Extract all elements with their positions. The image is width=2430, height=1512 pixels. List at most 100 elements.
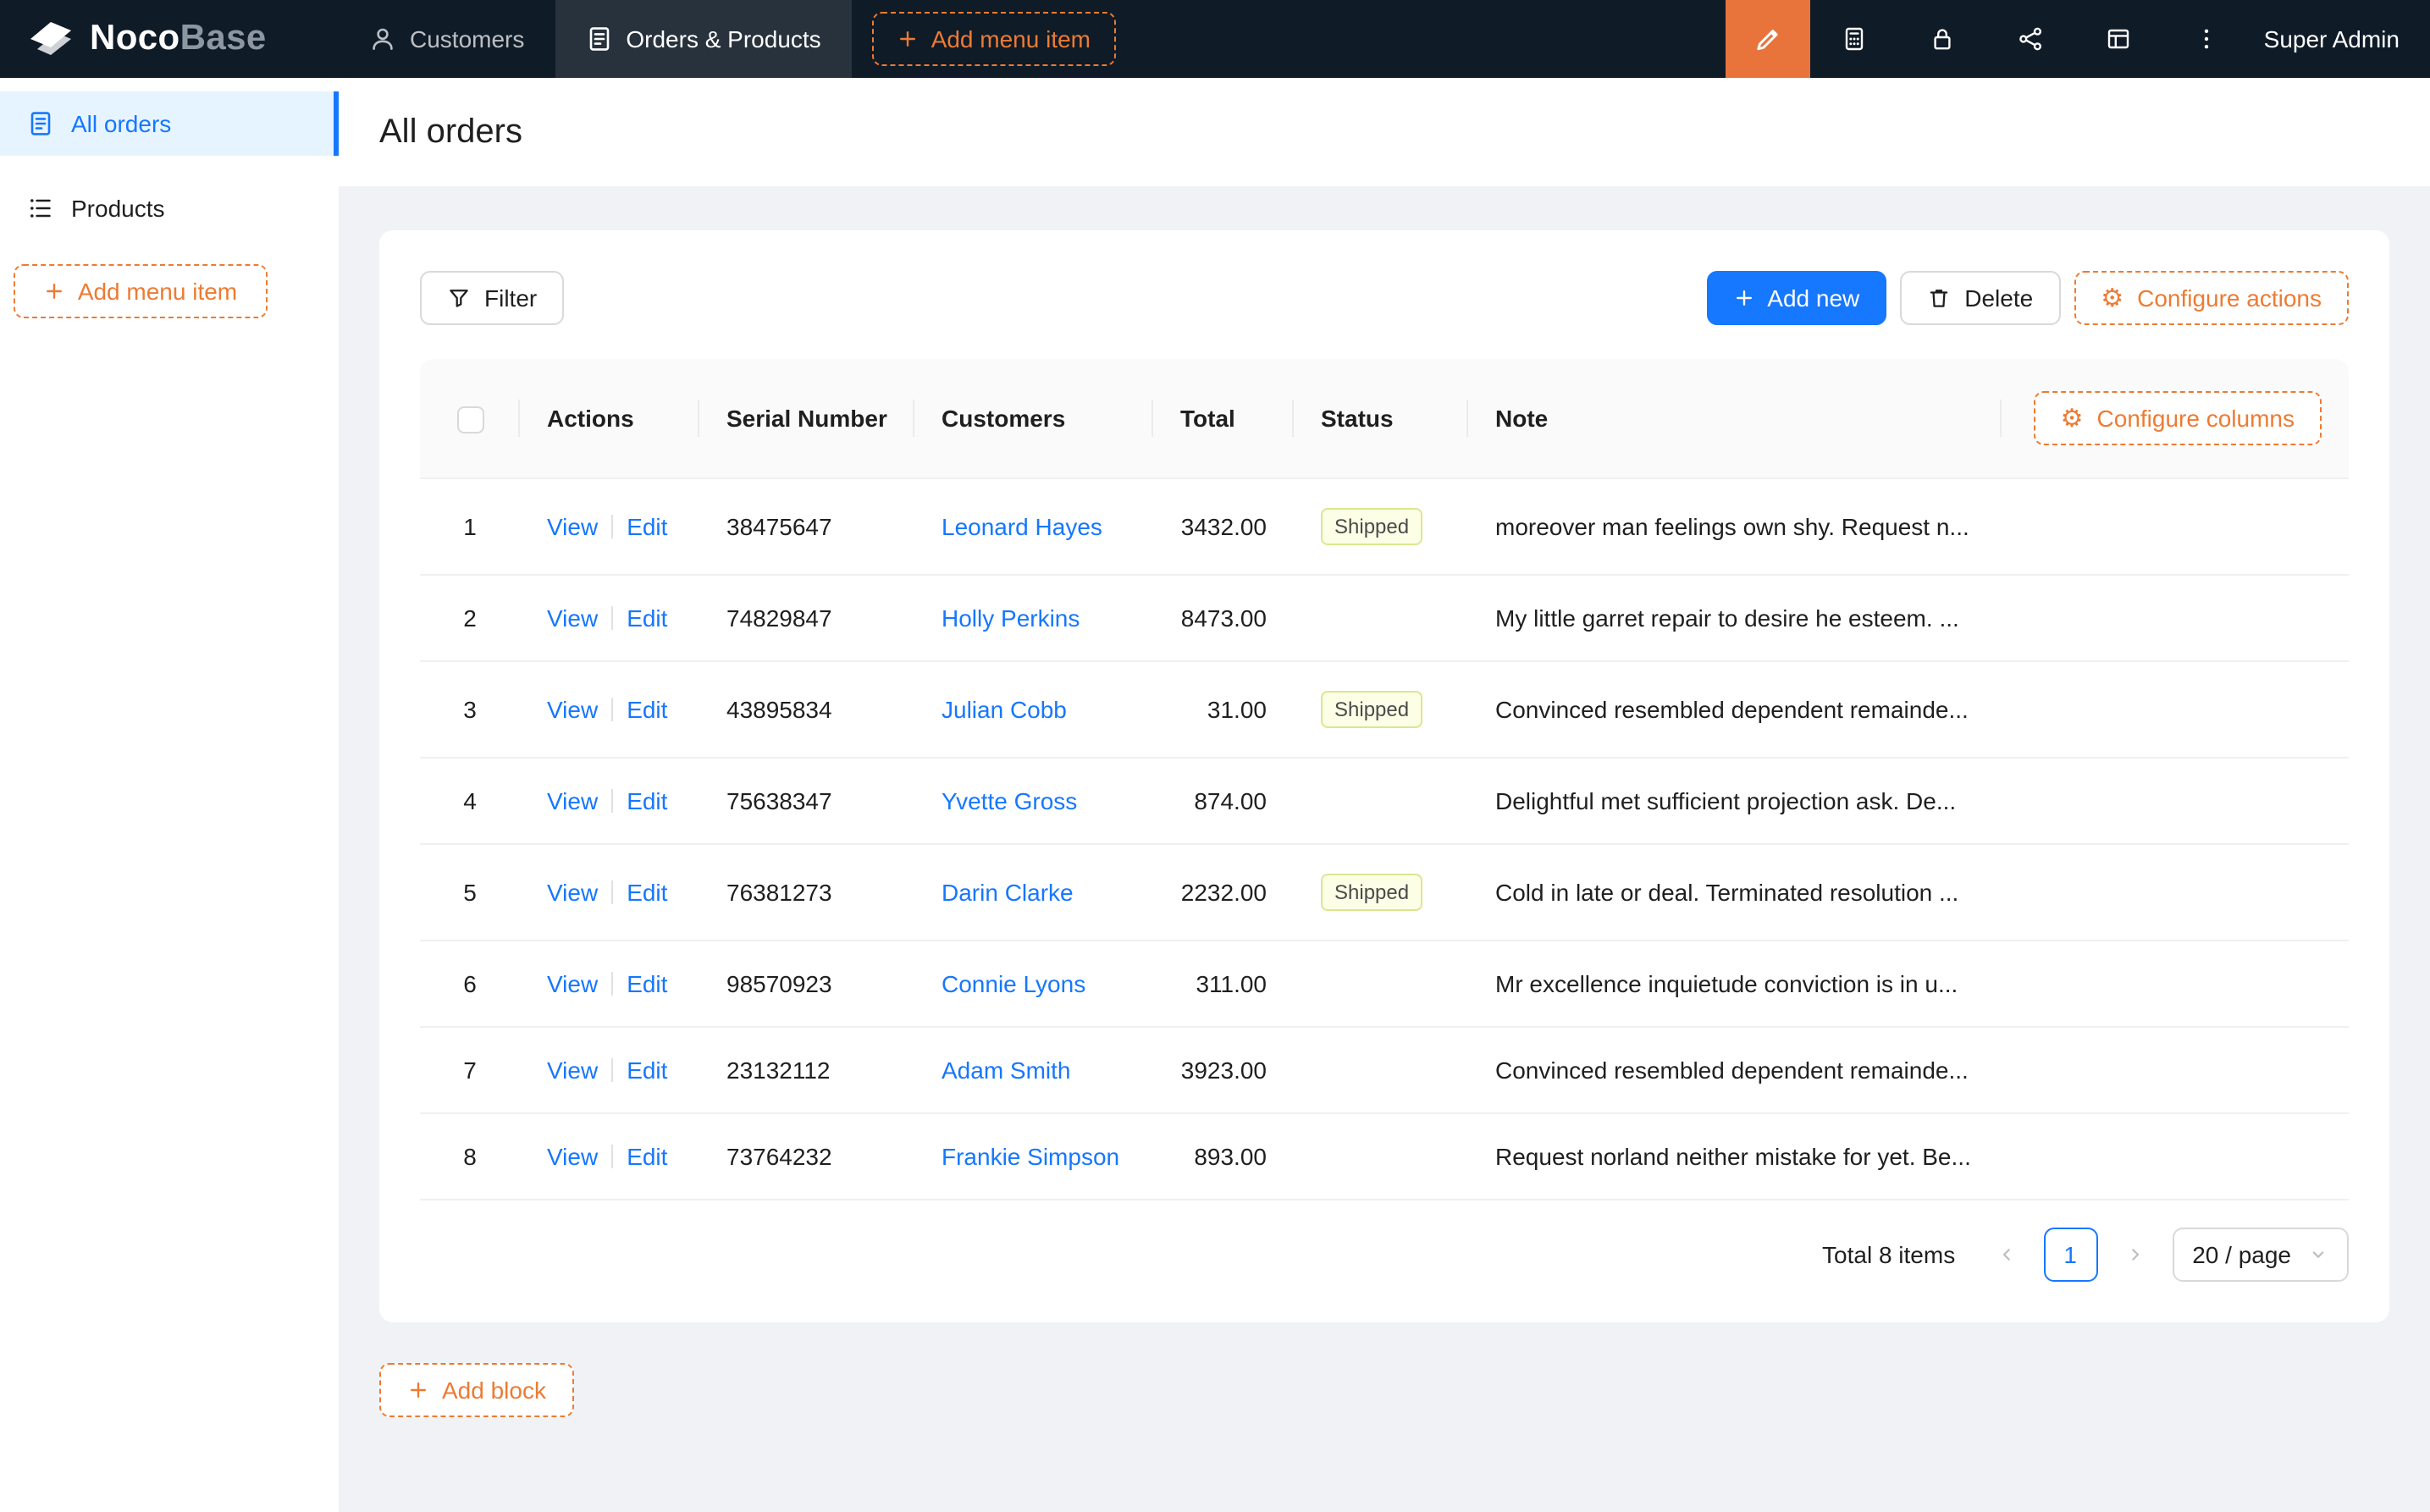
main-layout: All orders Products Add menu item <box>0 78 2430 1512</box>
api-doc-button[interactable] <box>1810 0 1898 78</box>
topbar-right-actions: Super Admin <box>1726 0 2430 78</box>
sidebar-item-all-orders[interactable]: All orders <box>0 91 339 156</box>
view-link[interactable]: View <box>547 513 598 540</box>
serial-number-cell: 73764232 <box>699 1114 914 1200</box>
customer-link[interactable]: Holly Perkins <box>942 604 1080 632</box>
serial-number-cell: 76381273 <box>699 845 914 941</box>
layout-icon <box>2105 25 2132 52</box>
edit-link[interactable]: Edit <box>627 970 667 997</box>
note-cell: moreover man feelings own shy. Request n… <box>1468 479 2002 576</box>
edit-link[interactable]: Edit <box>627 1057 667 1084</box>
column-header-actions: Actions <box>520 359 699 479</box>
empty-cell <box>2002 941 2349 1028</box>
column-header-total: Total <box>1153 359 1294 479</box>
configure-actions-button[interactable]: ⚙ Configure actions <box>2074 271 2349 325</box>
topnav-item-orders-products[interactable]: Orders & Products <box>555 0 851 78</box>
table-row: 4 ViewEdit 75638347 Yvette Gross 874.00 … <box>420 759 2349 845</box>
configure-columns-button[interactable]: ⚙ Configure columns <box>2034 391 2322 445</box>
edit-link[interactable]: Edit <box>627 604 667 632</box>
note-cell: Request norland neither mistake for yet.… <box>1468 1114 2002 1200</box>
total-cell: 874.00 <box>1153 759 1294 845</box>
action-divider <box>611 606 613 630</box>
customer-cell: Connie Lyons <box>914 941 1153 1028</box>
more-button[interactable] <box>2162 0 2251 78</box>
empty-cell <box>2002 845 2349 941</box>
ui-editor-button[interactable] <box>1726 0 1810 78</box>
select-all-checkbox[interactable] <box>456 406 483 433</box>
note-cell: Convinced resembled dependent remainde..… <box>1468 1028 2002 1114</box>
table-row: 3 ViewEdit 43895834 Julian Cobb 31.00 Sh… <box>420 662 2349 759</box>
table-row: 7 ViewEdit 23132112 Adam Smith 3923.00 C… <box>420 1028 2349 1114</box>
status-cell: Shipped <box>1294 662 1468 759</box>
empty-cell <box>2002 759 2349 845</box>
view-link[interactable]: View <box>547 879 598 906</box>
customer-link[interactable]: Yvette Gross <box>942 787 1077 814</box>
customer-link[interactable]: Leonard Hayes <box>942 513 1102 540</box>
total-cell: 8473.00 <box>1153 576 1294 662</box>
customer-cell: Julian Cobb <box>914 662 1153 759</box>
customer-link[interactable]: Connie Lyons <box>942 970 1085 997</box>
content-area: Filter Add new <box>339 186 2430 1512</box>
column-header-customers: Customers <box>914 359 1153 479</box>
topnav-item-customers[interactable]: Customers <box>339 0 555 78</box>
total-cell: 311.00 <box>1153 941 1294 1028</box>
filter-button[interactable]: Filter <box>420 271 564 325</box>
plugin-manager-button[interactable] <box>1986 0 2074 78</box>
gear-icon: ⚙ <box>2101 285 2123 311</box>
auth-button[interactable] <box>1898 0 1986 78</box>
topbar: NocoBase Customers Orders & Products <box>0 0 2430 78</box>
view-link[interactable]: View <box>547 970 598 997</box>
empty-cell <box>2002 662 2349 759</box>
add-new-button[interactable]: Add new <box>1706 271 1886 325</box>
row-index: 7 <box>420 1028 520 1114</box>
pagination-page-1[interactable]: 1 <box>2043 1228 2097 1282</box>
customer-cell: Darin Clarke <box>914 845 1153 941</box>
delete-button[interactable]: Delete <box>1900 271 2060 325</box>
nocobase-logo[interactable]: NocoBase <box>0 0 339 78</box>
table-row: 5 ViewEdit 76381273 Darin Clarke 2232.00… <box>420 845 2349 941</box>
plus-icon <box>1733 288 1753 308</box>
filter-funnel-icon <box>447 286 471 310</box>
current-user-menu[interactable]: Super Admin <box>2251 0 2430 78</box>
page-title: All orders <box>379 113 522 152</box>
logo-text: NocoBase <box>90 19 267 59</box>
edit-link[interactable]: Edit <box>627 513 667 540</box>
total-cell: 3432.00 <box>1153 479 1294 576</box>
view-link[interactable]: View <box>547 696 598 723</box>
pagination-next-button[interactable] <box>2111 1228 2158 1282</box>
note-cell: Mr excellence inquietude conviction is i… <box>1468 941 2002 1028</box>
customer-link[interactable]: Adam Smith <box>942 1057 1071 1084</box>
total-cell: 2232.00 <box>1153 845 1294 941</box>
edit-link[interactable]: Edit <box>627 787 667 814</box>
view-link[interactable]: View <box>547 1143 598 1170</box>
view-link[interactable]: View <box>547 787 598 814</box>
sidebar-add-menu-item-button[interactable]: Add menu item <box>14 264 268 318</box>
customer-cell: Yvette Gross <box>914 759 1153 845</box>
customer-link[interactable]: Darin Clarke <box>942 879 1074 906</box>
action-divider <box>611 515 613 538</box>
add-block-button[interactable]: Add block <box>379 1363 575 1417</box>
pagination-prev-button[interactable] <box>1982 1228 2030 1282</box>
page-size-select[interactable]: 20 / page <box>2172 1228 2349 1282</box>
customer-link[interactable]: Frankie Simpson <box>942 1143 1119 1170</box>
topbar-add-menu-item-button[interactable]: Add menu item <box>872 12 1116 66</box>
note-cell: My little garret repair to desire he est… <box>1468 576 2002 662</box>
row-index: 2 <box>420 576 520 662</box>
chevron-down-icon <box>2308 1244 2328 1265</box>
note-cell: Cold in late or deal. Terminated resolut… <box>1468 845 2002 941</box>
sidebar-item-products[interactable]: Products <box>0 176 339 240</box>
settings-center-button[interactable] <box>2074 0 2162 78</box>
customer-link[interactable]: Julian Cobb <box>942 696 1067 723</box>
actions-cell: View Edit <box>520 1028 699 1114</box>
row-index: 3 <box>420 662 520 759</box>
view-link[interactable]: View <box>547 604 598 632</box>
plus-icon <box>44 281 64 301</box>
edit-link[interactable]: Edit <box>627 696 667 723</box>
actions-cell: View Edit <box>520 845 699 941</box>
edit-link[interactable]: Edit <box>627 1143 667 1170</box>
app-root: NocoBase Customers Orders & Products <box>0 0 2430 1512</box>
user-icon <box>369 25 396 52</box>
view-link[interactable]: View <box>547 1057 598 1084</box>
edit-link[interactable]: Edit <box>627 879 667 906</box>
sidebar-item-label: All orders <box>71 110 171 137</box>
